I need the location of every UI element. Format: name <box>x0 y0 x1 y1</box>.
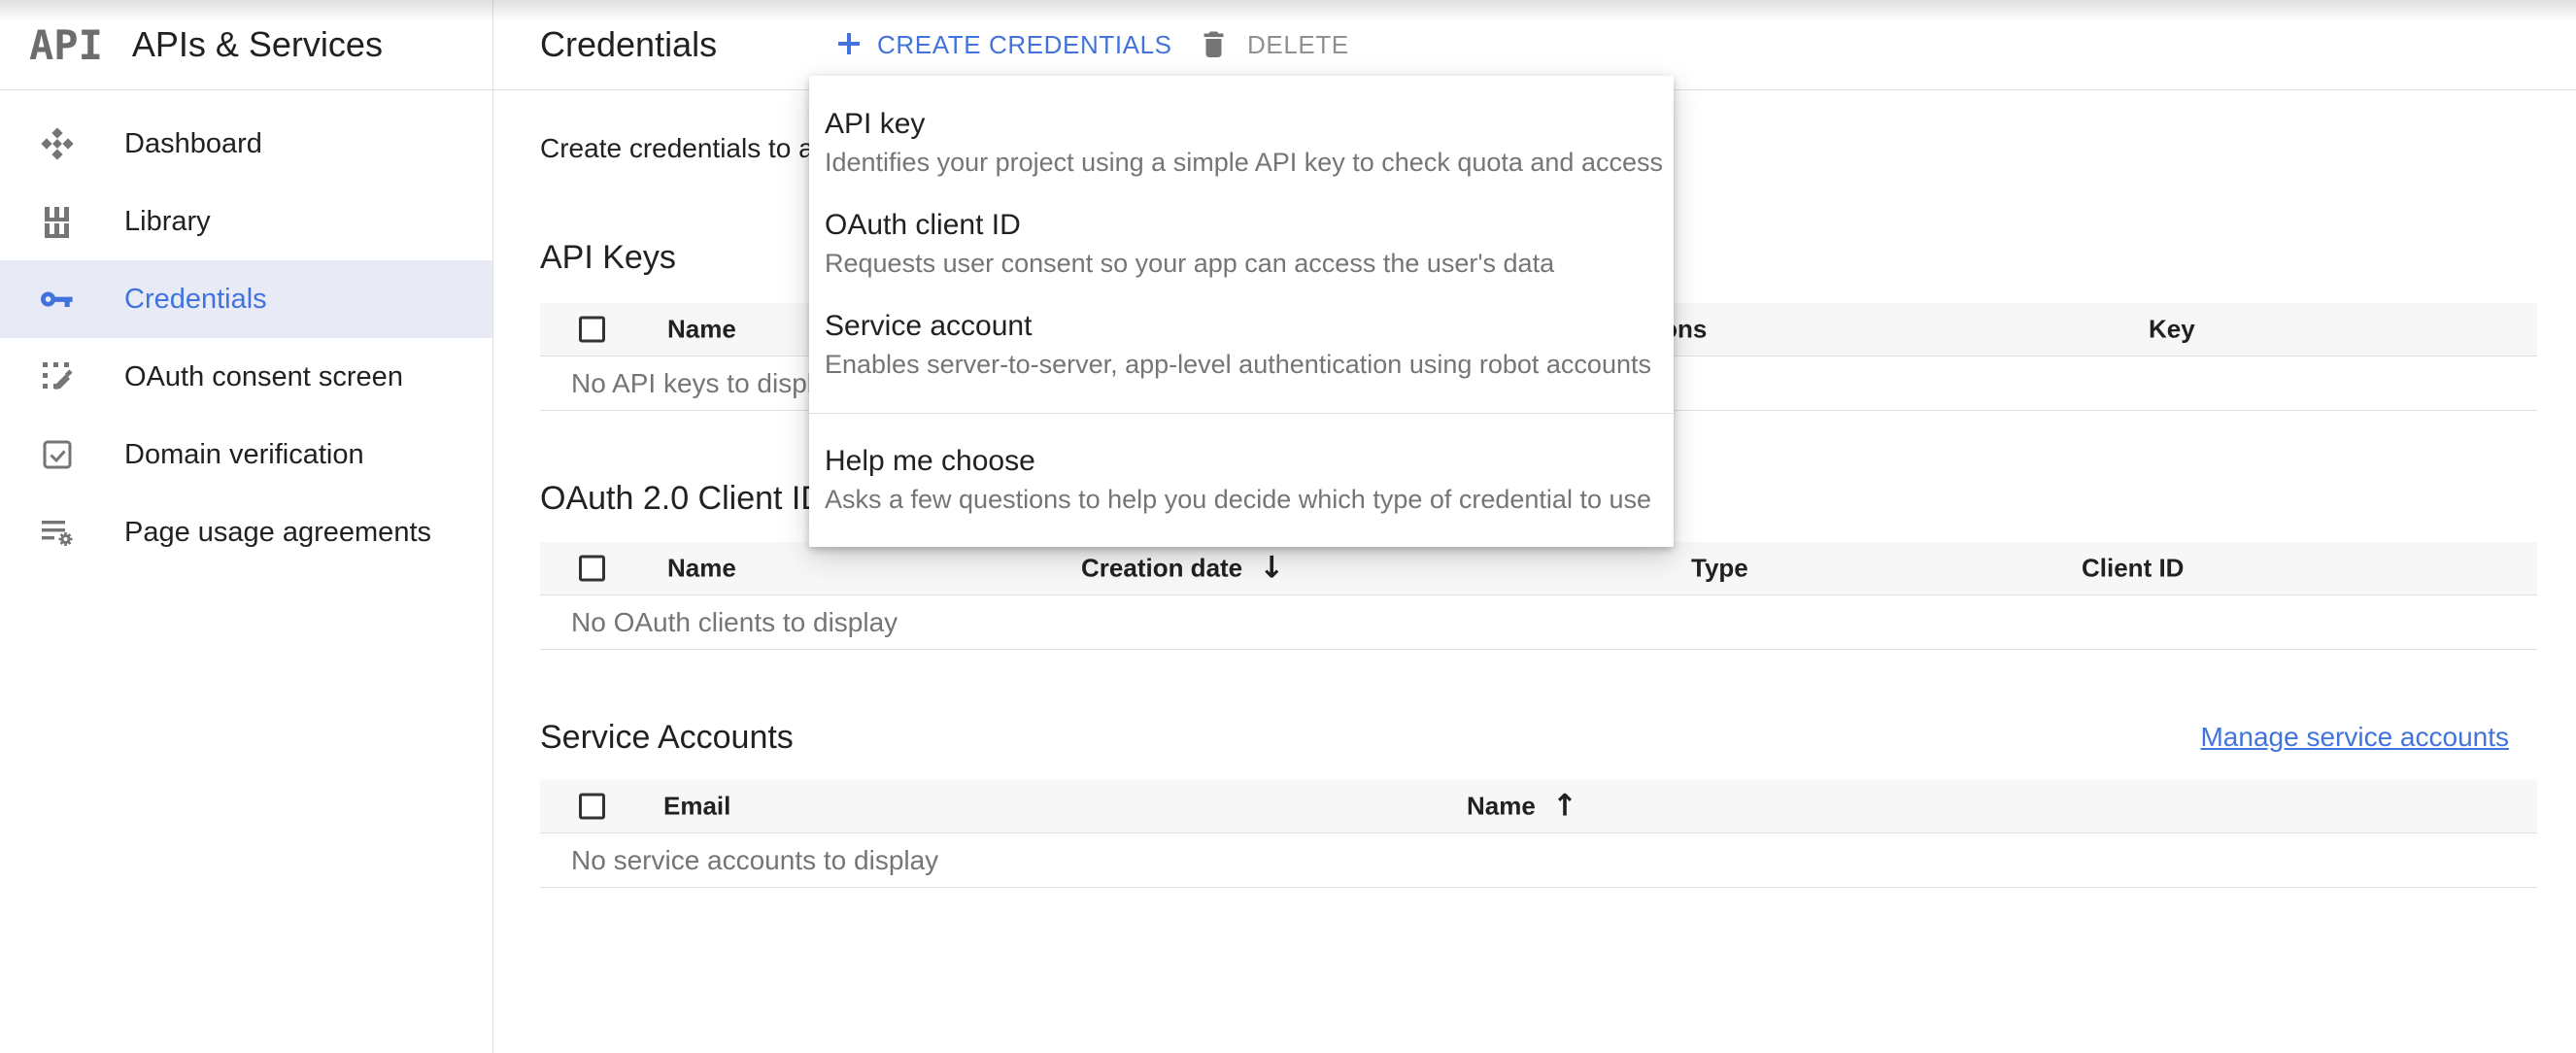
service-accounts-empty-text: No service accounts to display <box>571 845 938 876</box>
product-title: APIs & Services <box>132 24 383 65</box>
oauth-clients-table-header: Name Creation date ↓ Type Client ID <box>540 542 2537 595</box>
sidebar: API APIs & Services Dashboard <box>0 0 493 1053</box>
domain-verification-icon <box>41 438 74 471</box>
sidebar-item-label: Page usage agreements <box>124 517 431 549</box>
menu-item-api-key[interactable]: API key Identifies your project using a … <box>809 92 1674 193</box>
sort-desc-icon: ↓ <box>1259 554 1284 584</box>
column-header-name[interactable]: Name ↑ <box>1467 792 1577 822</box>
column-header-name: Name <box>667 315 736 345</box>
service-accounts-table-header: Email Name ↑ <box>540 780 2537 833</box>
api-logo: API <box>29 21 103 69</box>
sidebar-item-domain-verification[interactable]: Domain verification <box>0 416 492 493</box>
select-all-checkbox[interactable] <box>579 556 605 582</box>
trash-icon <box>1199 28 1229 63</box>
service-accounts-table: Email Name ↑ No service accounts to disp… <box>540 780 2537 888</box>
menu-item-service-account[interactable]: Service account Enables server-to-server… <box>809 294 1674 395</box>
sidebar-item-label: Library <box>124 206 211 238</box>
sidebar-item-dashboard[interactable]: Dashboard <box>0 105 492 183</box>
menu-item-title: Service account <box>825 309 1658 344</box>
library-icon <box>41 205 74 238</box>
sidebar-item-page-usage-agreements[interactable]: Page usage agreements <box>0 493 492 571</box>
page-title: Credentials <box>540 24 717 65</box>
column-header-email: Email <box>663 792 730 822</box>
dashboard-icon <box>41 127 74 160</box>
menu-item-help-me-choose[interactable]: Help me choose Asks a few questions to h… <box>809 429 1674 530</box>
empty-row: No service accounts to display <box>540 833 2537 888</box>
sidebar-item-label: Credentials <box>124 284 267 316</box>
column-header-name: Name <box>667 554 736 584</box>
menu-item-title: OAuth client ID <box>825 208 1658 243</box>
column-header-client-id: Client ID <box>2082 554 2184 584</box>
intro-text: Create credentials to acc <box>540 133 841 164</box>
service-accounts-heading: Service Accounts <box>540 714 794 761</box>
api-keys-empty-text: No API keys to display <box>571 368 842 399</box>
sidebar-item-label: OAuth consent screen <box>124 361 403 393</box>
select-all-checkbox[interactable] <box>579 794 605 820</box>
sort-asc-icon: ↑ <box>1552 792 1577 822</box>
menu-item-description: Requests user consent so your app can ac… <box>825 247 1658 280</box>
sidebar-item-library[interactable]: Library <box>0 183 492 260</box>
sidebar-item-oauth-consent-screen[interactable]: OAuth consent screen <box>0 338 492 416</box>
sidebar-item-label: Dashboard <box>124 128 262 160</box>
oauth-clients-empty-text: No OAuth clients to display <box>571 607 898 638</box>
column-header-key: Key <box>2149 315 2195 345</box>
column-header-label: Creation date <box>1081 554 1242 584</box>
menu-item-description: Enables server-to-server, app-level auth… <box>825 348 1658 381</box>
agreements-icon <box>41 516 74 549</box>
column-header-label: Name <box>1467 792 1536 822</box>
menu-separator <box>809 413 1674 414</box>
sidebar-item-credentials[interactable]: Credentials <box>0 260 492 338</box>
oauth-clients-heading: OAuth 2.0 Client IDs <box>540 475 841 522</box>
menu-item-title: Help me choose <box>825 444 1658 479</box>
sidebar-nav: Dashboard Library <box>0 90 492 571</box>
column-header-creation-date[interactable]: Creation date ↓ <box>1081 554 1284 584</box>
menu-item-description: Identifies your project using a simple A… <box>825 146 1658 179</box>
menu-item-description: Asks a few questions to help you decide … <box>825 483 1658 516</box>
create-credentials-label: CREATE CREDENTIALS <box>877 30 1172 60</box>
oauth-clients-table: Name Creation date ↓ Type Client ID No O… <box>540 542 2537 650</box>
plus-icon <box>833 28 864 62</box>
empty-row: No OAuth clients to display <box>540 595 2537 650</box>
consent-screen-icon <box>41 360 74 393</box>
menu-item-title: API key <box>825 107 1658 142</box>
manage-service-accounts-link[interactable]: Manage service accounts <box>2200 722 2509 753</box>
create-credentials-menu: API key Identifies your project using a … <box>809 76 1674 547</box>
delete-label: DELETE <box>1247 30 1349 60</box>
menu-item-oauth-client-id[interactable]: OAuth client ID Requests user consent so… <box>809 193 1674 294</box>
key-icon <box>41 283 74 316</box>
sidebar-item-label: Domain verification <box>124 439 364 471</box>
sidebar-header: API APIs & Services <box>0 0 492 90</box>
column-header-type: Type <box>1691 554 1748 584</box>
select-all-checkbox[interactable] <box>579 317 605 343</box>
api-keys-heading: API Keys <box>540 234 676 281</box>
